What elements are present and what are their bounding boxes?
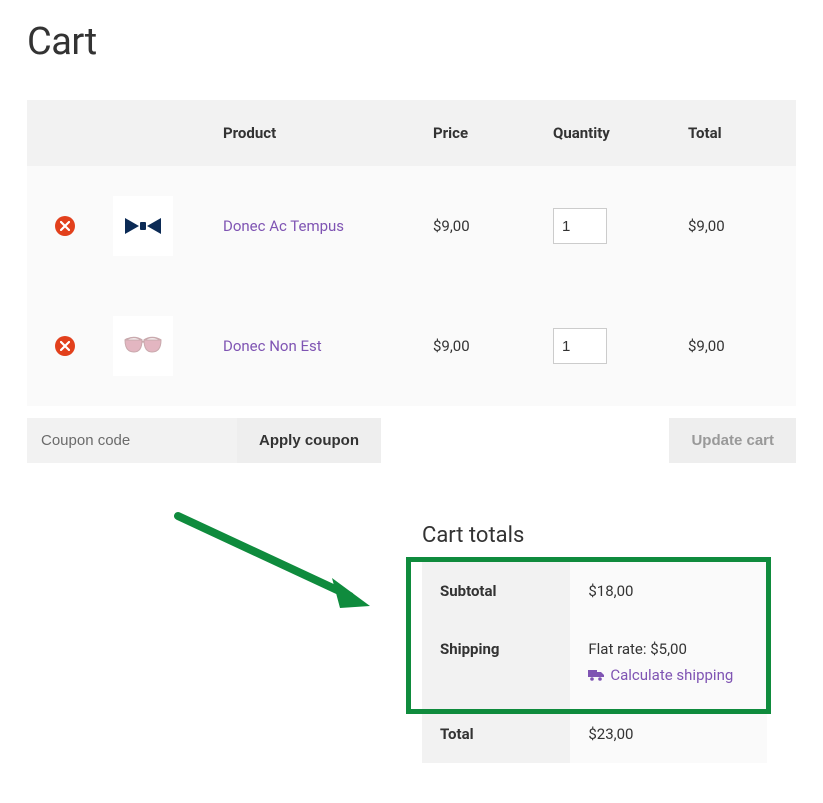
bowtie-icon	[123, 216, 163, 236]
table-row: Donec Non Est $9,00 $9,00	[27, 286, 796, 406]
product-thumbnail[interactable]	[113, 196, 173, 256]
product-thumbnail[interactable]	[113, 316, 173, 376]
annotation-arrow	[160, 508, 400, 628]
col-quantity: Quantity	[537, 100, 672, 166]
item-price: $9,00	[417, 166, 537, 286]
cart-totals-heading: Cart totals	[422, 523, 767, 548]
close-icon	[60, 341, 70, 351]
subtotal-value: $18,00	[570, 562, 767, 620]
page-title: Cart	[27, 20, 796, 64]
col-product: Product	[207, 100, 417, 166]
sunglasses-icon	[122, 336, 164, 356]
calculate-shipping-label: Calculate shipping	[610, 666, 733, 684]
product-link[interactable]: Donec Non Est	[223, 337, 322, 355]
shipping-label: Shipping	[422, 620, 570, 705]
table-row: Donec Ac Tempus $9,00 $9,00	[27, 166, 796, 286]
item-total: $9,00	[672, 286, 796, 406]
cart-totals-table: Subtotal $18,00 Shipping Flat rate: $5,0…	[422, 562, 767, 763]
col-price: Price	[417, 100, 537, 166]
apply-coupon-button[interactable]: Apply coupon	[237, 418, 381, 463]
total-label: Total	[422, 705, 570, 763]
item-total: $9,00	[672, 166, 796, 286]
truck-icon	[588, 669, 604, 681]
col-total: Total	[672, 100, 796, 166]
shipping-value: Flat rate: $5,00	[588, 640, 687, 658]
coupon-input[interactable]	[27, 418, 237, 463]
total-value: $23,00	[570, 705, 767, 763]
remove-item-button[interactable]	[55, 336, 75, 356]
product-link[interactable]: Donec Ac Tempus	[223, 217, 344, 235]
quantity-input[interactable]	[553, 328, 607, 364]
calculate-shipping-link[interactable]: Calculate shipping	[588, 666, 733, 684]
item-price: $9,00	[417, 286, 537, 406]
remove-item-button[interactable]	[55, 216, 75, 236]
update-cart-button[interactable]: Update cart	[669, 418, 796, 463]
close-icon	[60, 221, 70, 231]
quantity-input[interactable]	[553, 208, 607, 244]
subtotal-label: Subtotal	[422, 562, 570, 620]
cart-table: Product Price Quantity Total Donec Ac	[27, 100, 796, 406]
